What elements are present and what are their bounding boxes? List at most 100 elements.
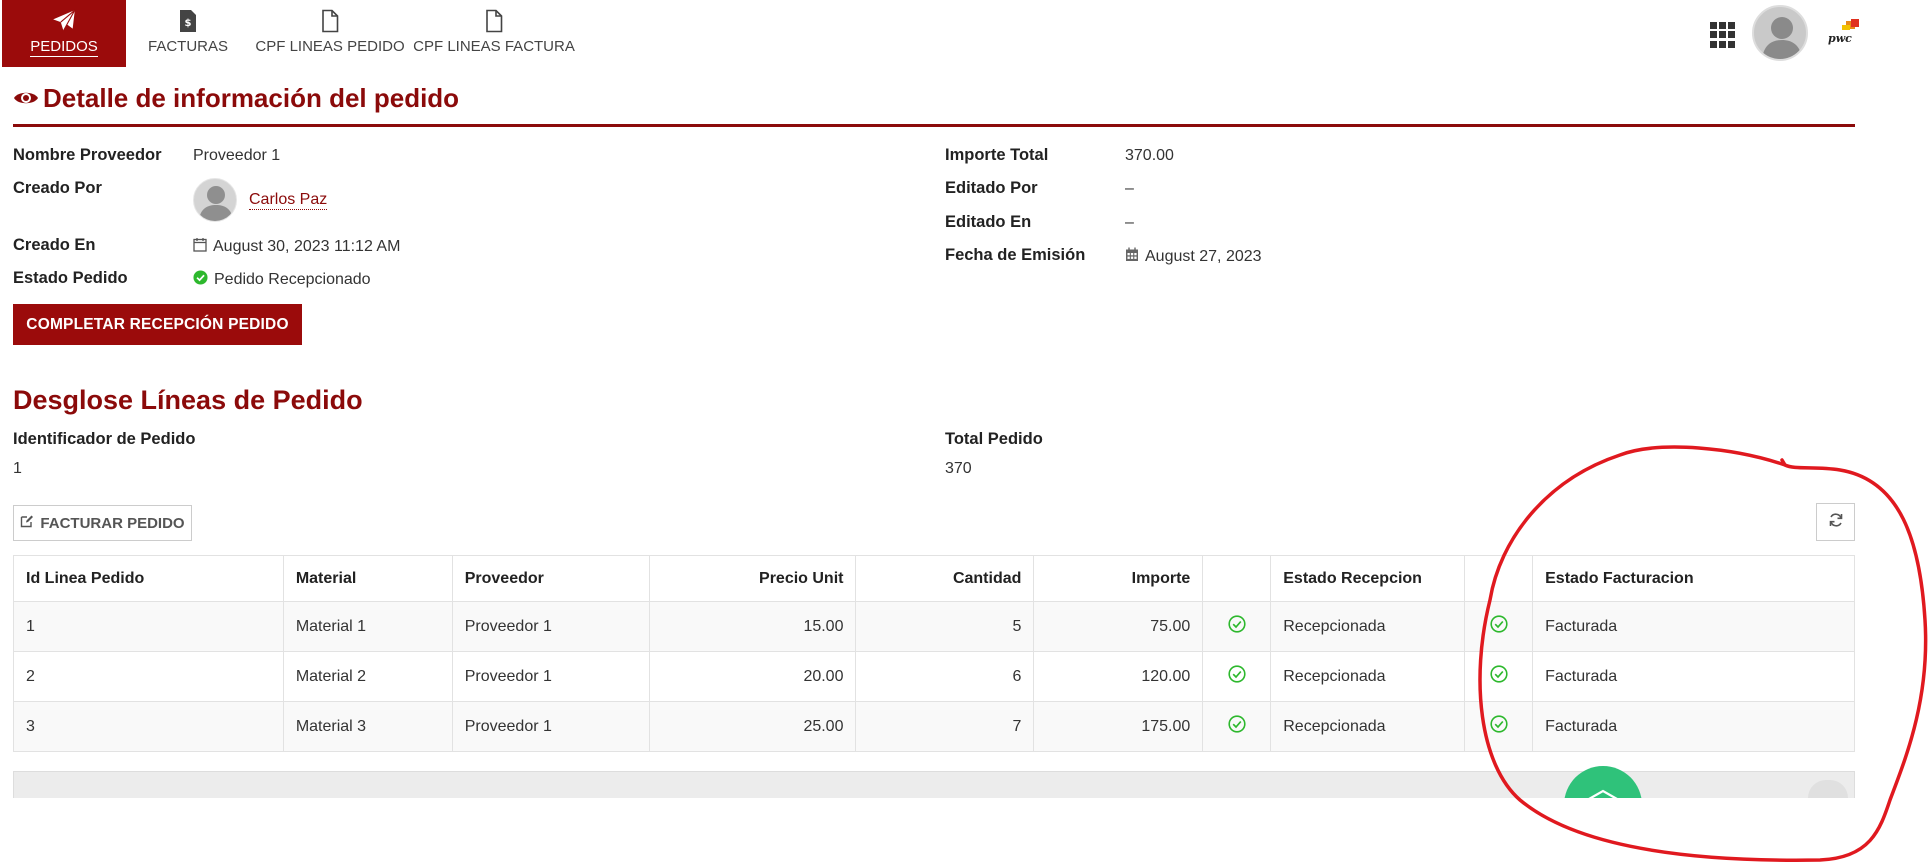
check-circle-outline-icon (1464, 601, 1534, 652)
edit-icon (20, 514, 34, 532)
title-divider (13, 124, 1855, 127)
nav-item-cpf-lineas-pedido[interactable]: CPF LINEAS PEDIDO (255, 0, 405, 67)
cell-material: Material 1 (282, 601, 453, 652)
creado-en-text: August 30, 2023 11:12 AM (213, 238, 401, 255)
importe-total-value: 370.00 (1125, 147, 1174, 164)
page-bottom (0, 798, 1929, 865)
check-circle-outline-icon (1202, 701, 1272, 752)
nav-item-pedidos[interactable]: PEDIDOS (2, 0, 126, 67)
nav-item-facturas[interactable]: $ FACTURAS (140, 0, 236, 67)
check-circle-icon (193, 270, 208, 290)
fecha-emision-label: Fecha de Emisión (945, 246, 1086, 264)
cell-importe: 75.00 (1033, 601, 1204, 652)
editado-por-label: Editado Por (945, 179, 1038, 197)
file-icon (485, 6, 503, 36)
header-precio[interactable]: Precio Unit (648, 555, 857, 602)
cell-importe: 120.00 (1033, 651, 1204, 702)
invoice-order-label: FACTURAR PEDIDO (40, 514, 185, 532)
total-pedido-value: 370 (945, 460, 972, 477)
cell-recepcion: Recepcionada (1270, 651, 1466, 702)
check-circle-outline-icon (1464, 651, 1534, 702)
page-title: Detalle de información del pedido (13, 83, 459, 114)
pedido-id-value: 1 (13, 460, 22, 477)
importe-total-label: Importe Total (945, 146, 1049, 164)
calendar-icon (193, 237, 207, 257)
eye-icon (13, 83, 39, 114)
editado-por-value: – (1125, 180, 1134, 197)
estado-pedido-value: Pedido Recepcionado (193, 270, 371, 290)
cell-recepcion: Recepcionada (1270, 701, 1466, 752)
invoice-order-button[interactable]: FACTURAR PEDIDO (13, 505, 192, 541)
file-icon (321, 6, 339, 36)
cell-id: 2 (13, 651, 284, 702)
header-facturacion[interactable]: Estado Facturacion (1532, 555, 1855, 602)
header-material[interactable]: Material (282, 555, 453, 602)
check-circle-outline-icon (1464, 701, 1534, 752)
invoice-dollar-icon: $ (178, 6, 198, 36)
table-row[interactable]: 2 Material 2 Proveedor 1 20.00 6 120.00 … (13, 651, 1855, 702)
refresh-button[interactable] (1816, 503, 1855, 541)
estado-pedido-text: Pedido Recepcionado (214, 271, 371, 288)
refresh-icon (1828, 512, 1844, 533)
user-avatar[interactable] (1752, 5, 1808, 61)
proveedor-value: Proveedor 1 (193, 147, 281, 164)
cell-precio: 15.00 (648, 601, 857, 652)
paper-plane-icon (51, 6, 77, 36)
creado-en-value: August 30, 2023 11:12 AM (193, 237, 400, 257)
cell-cantidad: 5 (855, 601, 1035, 652)
nav-item-cpf-lineas-factura[interactable]: CPF LINEAS FACTURA (413, 0, 575, 67)
proveedor-label: Nombre Proveedor (13, 146, 162, 164)
header-recepcion-icon (1202, 555, 1272, 602)
cell-recepcion: Recepcionada (1270, 601, 1466, 652)
header-facturacion-icon (1464, 555, 1534, 602)
table-header-row: Id Linea Pedido Material Proveedor Preci… (13, 555, 1855, 602)
fecha-emision-text: August 27, 2023 (1145, 248, 1262, 265)
nav-item-label: PEDIDOS (30, 38, 98, 57)
creado-por-label: Creado Por (13, 179, 102, 197)
cell-importe: 175.00 (1033, 701, 1204, 752)
creator-avatar (193, 178, 237, 222)
header-cantidad[interactable]: Cantidad (855, 555, 1035, 602)
header-recepcion[interactable]: Estado Recepcion (1270, 555, 1466, 602)
header-id[interactable]: Id Linea Pedido (13, 555, 284, 602)
table-row[interactable]: 3 Material 3 Proveedor 1 25.00 7 175.00 … (13, 701, 1855, 752)
cell-cantidad: 7 (855, 701, 1035, 752)
creator-link[interactable]: Carlos Paz (249, 191, 328, 210)
cell-proveedor: Proveedor 1 (451, 601, 650, 652)
cell-proveedor: Proveedor 1 (451, 701, 650, 752)
section-title: Desglose Líneas de Pedido (13, 385, 363, 415)
check-circle-outline-icon (1202, 601, 1272, 652)
cell-precio: 25.00 (648, 701, 857, 752)
estado-pedido-label: Estado Pedido (13, 269, 128, 287)
apps-grid-icon[interactable] (1710, 22, 1736, 48)
cell-material: Material 3 (282, 701, 453, 752)
header-proveedor[interactable]: Proveedor (451, 555, 650, 602)
cell-facturacion: Facturada (1532, 651, 1855, 702)
editado-en-label: Editado En (945, 213, 1032, 231)
cell-proveedor: Proveedor 1 (451, 651, 650, 702)
pwc-logo: pwc (1826, 18, 1862, 48)
cell-id: 1 (13, 601, 284, 652)
logo-text: pwc (1828, 32, 1852, 45)
top-navigation: PEDIDOS $ FACTURAS CPF LINEAS PEDIDO CPF… (0, 0, 1929, 67)
total-pedido-label: Total Pedido (945, 430, 1043, 448)
table-row[interactable]: 1 Material 1 Proveedor 1 15.00 5 75.00 R… (13, 601, 1855, 652)
cell-id: 3 (13, 701, 284, 752)
creado-en-label: Creado En (13, 236, 96, 254)
order-lines-table: Id Linea Pedido Material Proveedor Preci… (13, 555, 1855, 752)
fecha-emision-value: August 27, 2023 (1125, 247, 1262, 267)
header-importe[interactable]: Importe (1033, 555, 1204, 602)
svg-text:$: $ (185, 18, 192, 29)
cell-material: Material 2 (282, 651, 453, 702)
cell-precio: 20.00 (648, 651, 857, 702)
calendar-icon (1125, 247, 1139, 267)
editado-en-value: – (1125, 214, 1134, 231)
pedido-id-label: Identificador de Pedido (13, 430, 196, 448)
page-title-text: Detalle de información del pedido (43, 83, 460, 113)
complete-reception-button[interactable]: COMPLETAR RECEPCIÓN PEDIDO (13, 304, 302, 345)
cell-cantidad: 6 (855, 651, 1035, 702)
check-circle-outline-icon (1202, 651, 1272, 702)
nav-item-label: CPF LINEAS PEDIDO (255, 38, 405, 55)
cell-facturacion: Facturada (1532, 601, 1855, 652)
nav-item-label: CPF LINEAS FACTURA (413, 38, 575, 55)
